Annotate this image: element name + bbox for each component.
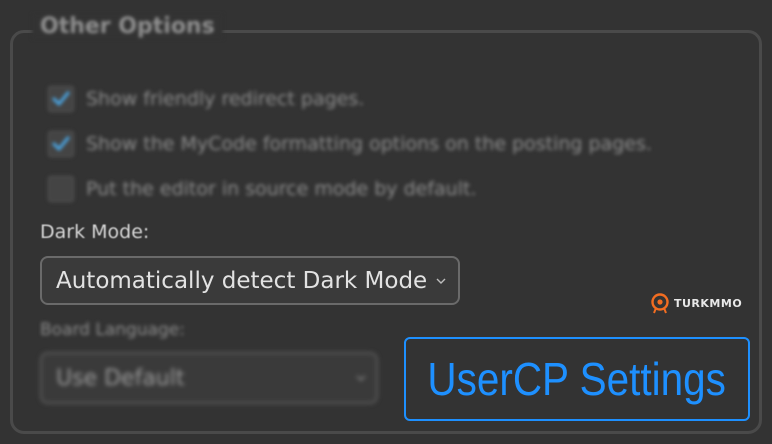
option-friendly-redirect[interactable]: Show friendly redirect pages. xyxy=(48,86,364,112)
board-language-select[interactable]: Use Default xyxy=(40,352,378,404)
source-mode-label: Put the editor in source mode by default… xyxy=(86,178,477,200)
overlay-title-box: UserCP Settings xyxy=(404,337,750,421)
option-source-mode[interactable]: Put the editor in source mode by default… xyxy=(48,176,476,202)
checkmark-icon xyxy=(52,136,70,151)
dark-mode-label: Dark Mode: xyxy=(40,221,150,243)
fieldset-legend: Other Options xyxy=(32,14,223,39)
turkmmo-logo-icon xyxy=(651,293,669,314)
friendly-redirect-label: Show friendly redirect pages. xyxy=(86,88,365,110)
option-mycode-formatting[interactable]: Show the MyCode formatting options on th… xyxy=(48,131,652,157)
source-mode-checkbox[interactable] xyxy=(48,176,74,202)
watermark-text: TURKMMO xyxy=(674,296,743,310)
board-language-label: Board Language: xyxy=(40,320,185,340)
checkmark-icon xyxy=(52,91,70,106)
mycode-formatting-label: Show the MyCode formatting options on th… xyxy=(86,133,652,155)
settings-panel: Other Options Show friendly redirect pag… xyxy=(0,0,772,444)
mycode-formatting-checkbox[interactable] xyxy=(48,131,74,157)
chevron-down-icon xyxy=(436,272,446,294)
turkmmo-watermark: TURKMMO xyxy=(650,292,742,314)
dark-mode-select[interactable]: Automatically detect Dark Mode xyxy=(40,256,460,305)
board-language-selected-value: Use Default xyxy=(56,365,185,391)
chevron-down-icon xyxy=(356,369,366,391)
dark-mode-selected-value: Automatically detect Dark Mode xyxy=(56,267,428,294)
friendly-redirect-checkbox[interactable] xyxy=(48,86,74,112)
overlay-title: UserCP Settings xyxy=(427,353,727,405)
